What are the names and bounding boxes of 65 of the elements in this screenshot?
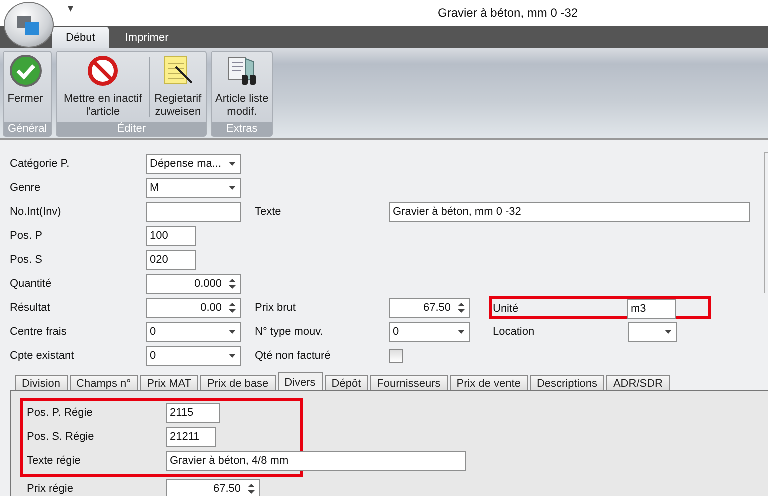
field-label: Quantité [10,278,52,290]
group-label: Extras [212,122,272,136]
ribbon-button[interactable]: Fermer [4,52,47,106]
field-label: Pos. P. Régie [27,407,94,419]
spin-field[interactable]: 67.50 [389,298,470,318]
text-field[interactable]: 21211 [166,427,216,447]
spin-field[interactable]: 0.00 [146,298,241,318]
ribbon-button[interactable]: Article liste modif. [212,52,272,119]
dropdown-field[interactable] [628,322,677,342]
ribbon-button[interactable]: Regietarif zuweisen [150,52,206,119]
spinner-arrows-icon [458,302,464,314]
dropdown-arrow-icon [228,354,236,358]
text-field[interactable]: m3 [627,299,676,319]
field-label: Texte [255,206,282,218]
field-label: Location [492,326,535,338]
dropdown-arrow-icon [228,162,236,166]
dropdown-field[interactable]: 0 [389,322,470,342]
field-label: Pos. S [10,254,42,266]
field-label: Pos. P [10,230,42,242]
field-label: Résultat [10,302,50,314]
dropdown-arrow-icon [228,330,236,334]
text-field[interactable]: Gravier à béton, 4/8 mm [166,451,466,471]
field-label: Catégorie P. [10,158,70,170]
text-field[interactable]: 2115 [166,403,220,423]
text-field[interactable] [146,202,241,222]
field-label: Qté non facturé [255,350,331,362]
ribbon-tab[interactable]: Imprimer [111,27,183,48]
checkbox[interactable] [389,349,403,363]
tab[interactable]: Divers [278,372,323,392]
field-label: Cpte existant [10,350,74,362]
dropdown-field[interactable]: M [146,178,241,198]
spinner-arrows-icon [248,483,254,495]
spin-field[interactable]: 0.000 [146,274,241,294]
prohibited-icon [87,55,120,87]
notepad-pen-icon [162,55,194,87]
field-label: Unité [492,303,520,315]
field-label: No.Int(Inv) [10,206,62,218]
checkmark-icon [10,55,42,87]
field-label: Centre frais [10,326,67,338]
text-field[interactable]: 020 [146,250,196,270]
field-label: Prix régie [27,483,74,495]
text-field[interactable]: 100 [146,226,196,246]
field-label: Prix brut [255,302,296,314]
dropdown-arrow-icon [664,330,672,334]
dropdown-field[interactable]: Dépense ma... [146,154,241,174]
ribbon-tab[interactable]: Début [52,27,110,48]
field-label: N° type mouv. [255,326,324,338]
document-binoculars-icon [226,55,258,87]
spinner-arrows-icon [228,302,236,314]
spinner-arrows-icon [228,278,236,290]
group-label: Éditer [57,122,206,136]
dropdown-field[interactable]: 0 [146,322,241,342]
spin-field[interactable]: 67.50 [166,479,260,496]
window-title: Gravier à béton, mm 0 -32 [438,6,578,20]
ribbon-button[interactable]: Mettre en inactif l'article [57,52,150,119]
field-label: Texte régie [27,455,82,467]
app-orb-icon[interactable] [4,2,54,48]
field-label: Pos. S. Régie [27,431,96,443]
field-label: Genre [10,182,41,194]
dropdown-arrow-icon [228,186,236,190]
text-field[interactable]: Gravier à béton, mm 0 -32 [389,202,750,222]
quick-access-menu[interactable]: ▾ [68,2,74,15]
dropdown-arrow-icon [458,330,464,334]
dropdown-field[interactable]: 0 [146,346,241,366]
group-label: Général [4,122,52,136]
